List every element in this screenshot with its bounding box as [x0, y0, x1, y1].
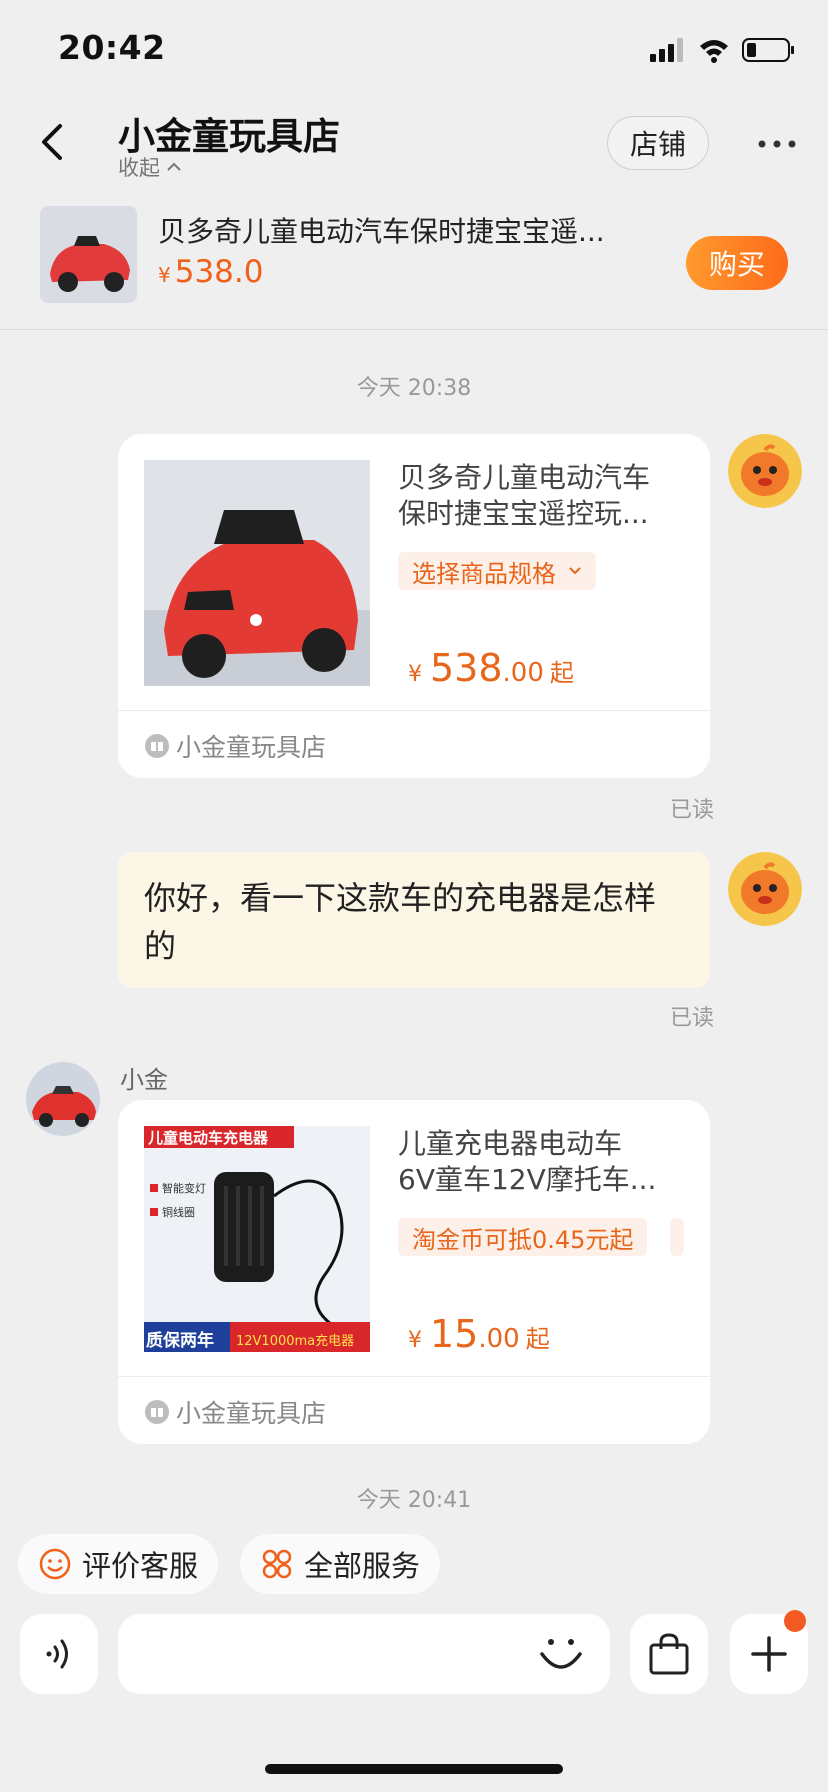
- home-indicator: [265, 1764, 563, 1774]
- product-image[interactable]: 儿童电动车充电器 智能变灯 铜线圈 质保两年 12V1000ma充电器: [144, 1126, 370, 1352]
- divider: [118, 710, 710, 711]
- image-feature-text: 铜线圈: [162, 1206, 195, 1219]
- battery-icon: [742, 38, 794, 62]
- collapse-toggle[interactable]: 收起: [118, 152, 182, 182]
- status-bar: 20:42: [0, 0, 828, 96]
- product-bar[interactable]: 贝多奇儿童电动汽车保时捷宝宝遥... ¥538.0 购买: [0, 196, 828, 330]
- product-image[interactable]: [144, 460, 370, 686]
- signal-icon: [650, 38, 683, 62]
- currency-symbol: ¥: [158, 263, 171, 287]
- product-price: ¥538.00 起: [408, 646, 574, 690]
- image-footer-text: 12V1000ma充电器: [236, 1334, 355, 1349]
- notification-dot: [784, 1610, 806, 1632]
- coin-discount-tag: 淘金币可抵0.45元起: [398, 1218, 648, 1256]
- rate-service-button[interactable]: 评价客服: [18, 1534, 219, 1594]
- emoji-icon[interactable]: [536, 1632, 586, 1678]
- shopping-bag-button[interactable]: [630, 1614, 708, 1694]
- divider: [118, 1376, 710, 1377]
- buy-button[interactable]: 购买: [686, 236, 788, 290]
- price-value: 538.0: [174, 254, 264, 290]
- shop-icon: [145, 734, 169, 758]
- chat-header: 小金童玩具店 收起 店铺: [0, 96, 828, 196]
- product-price: ¥15.00 起: [408, 1312, 550, 1356]
- more-icon[interactable]: [752, 124, 802, 164]
- charger-image: [144, 1126, 370, 1352]
- all-services-button[interactable]: 全部服务: [240, 1534, 441, 1594]
- product-title: 贝多奇儿童电动汽车保时捷宝宝遥...: [158, 215, 605, 248]
- store-button[interactable]: 店铺: [607, 116, 709, 170]
- seller-avatar[interactable]: [26, 1062, 100, 1136]
- voice-button[interactable]: [20, 1614, 98, 1694]
- product-title: 儿童充电器电动车 6V童车12V摩托车...: [398, 1127, 657, 1196]
- text-message-bubble[interactable]: 你好，看一下这款车的充电器是怎样的: [118, 852, 710, 988]
- sender-name: 小金: [120, 1066, 168, 1094]
- more-tag-indicator: [670, 1218, 684, 1256]
- product-card-message[interactable]: 贝多奇儿童电动汽车 保时捷宝宝遥控玩... 选择商品规格 ¥538.00 起 小金…: [118, 434, 710, 778]
- chevron-down-icon: [569, 567, 581, 575]
- input-bar: [0, 1610, 828, 1694]
- image-feature-text: 智能变灯: [162, 1182, 206, 1195]
- card-shop-link[interactable]: 小金童玩具店: [144, 1394, 326, 1430]
- chevron-up-icon: [167, 162, 181, 171]
- read-status: 已读: [669, 798, 714, 823]
- image-footer-text: 质保两年: [146, 1331, 214, 1351]
- voice-icon: [46, 1639, 68, 1669]
- smile-icon: [39, 1548, 71, 1580]
- services-icon: [262, 1549, 292, 1579]
- product-thumbnail[interactable]: [40, 206, 137, 303]
- quick-actions: 评价客服 全部服务: [0, 1534, 828, 1594]
- plus-icon: [751, 1636, 787, 1672]
- product-title: 贝多奇儿童电动汽车 保时捷宝宝遥控玩...: [398, 461, 651, 530]
- shop-icon: [145, 1400, 169, 1424]
- back-icon[interactable]: [30, 118, 78, 166]
- status-icons: [650, 38, 794, 63]
- read-status: 已读: [669, 1006, 714, 1031]
- product-card-message[interactable]: 儿童电动车充电器 智能变灯 铜线圈 质保两年 12V1000ma充电器 儿童充电…: [118, 1100, 710, 1444]
- select-spec-tag[interactable]: 选择商品规格: [398, 552, 596, 590]
- collapse-label: 收起: [118, 156, 160, 180]
- my-avatar[interactable]: [728, 852, 802, 926]
- my-avatar[interactable]: [728, 434, 802, 508]
- product-price: ¥538.0: [158, 254, 263, 290]
- status-time: 20:42: [58, 28, 166, 67]
- image-banner-text: 儿童电动车充电器: [148, 1129, 269, 1147]
- timestamp-divider: 今天 20:41: [356, 1488, 472, 1513]
- card-shop-link[interactable]: 小金童玩具店: [144, 728, 326, 764]
- shopping-bag-icon: [649, 1633, 689, 1675]
- timestamp-divider: 今天 20:38: [356, 376, 472, 401]
- wifi-icon: [700, 40, 728, 63]
